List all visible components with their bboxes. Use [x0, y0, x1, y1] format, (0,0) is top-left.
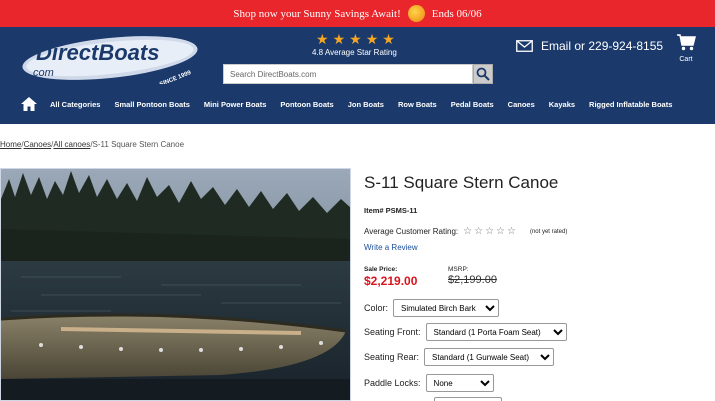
search-icon [476, 67, 490, 81]
promo-banner[interactable]: Shop now your Sunny Savings Await! Ends … [0, 0, 715, 27]
promo-end-date: Ends 06/06 [431, 7, 482, 20]
search-button[interactable] [473, 64, 493, 84]
nav-pontoon-boats[interactable]: Pontoon Boats [280, 100, 333, 109]
cart-label: Cart [679, 56, 693, 63]
cart-icon [677, 34, 696, 51]
color-option: Color: Simulated Birch Bark [364, 299, 500, 317]
seating-front-label: Seating Front: [364, 327, 421, 337]
msrp-block: MSRP: $2,199.00 [448, 266, 497, 288]
nav-row-boats[interactable]: Row Boats [398, 100, 437, 109]
seating-rear-label: Seating Rear: [364, 352, 420, 362]
breadcrumb-home[interactable]: Home [0, 140, 21, 149]
avg-rating-label: Average Customer Rating: [364, 227, 459, 236]
msrp-label: MSRP: [448, 266, 469, 273]
contact-link[interactable]: Email or 229-924-8155 [516, 39, 663, 53]
star-outline-icon: ☆ [485, 226, 495, 237]
site-header: DirectBoats .com SINCE 1999 ★ ★ ★ ★ ★ 4.… [0, 27, 715, 124]
star-icon: ★ [316, 31, 329, 47]
seating-rear-option: Seating Rear: Standard (1 Gunwale Seat) [364, 348, 555, 366]
next-option-select-partial[interactable] [434, 397, 502, 401]
partial-select[interactable] [434, 397, 502, 401]
star-icon: ★ [382, 31, 395, 47]
breadcrumb: Home/Canoes/All canoes/S-11 Square Stern… [0, 140, 185, 149]
not-rated-text: (not yet rated) [529, 228, 568, 235]
site-rating-text: 4.8 Average Star Rating [312, 48, 397, 57]
contact-text: Email or 229-924-8155 [541, 39, 664, 53]
write-review-link[interactable]: Write a Review [364, 243, 418, 252]
sale-price-label: Sale Price: [364, 266, 398, 273]
sale-price-block: Sale Price: $2,219.00 [364, 266, 448, 288]
nav-kayaks[interactable]: Kayaks [549, 100, 575, 109]
star-outline-icon: ☆ [474, 226, 484, 237]
color-select[interactable]: Simulated Birch Bark [393, 299, 500, 317]
directboats-logo[interactable]: DirectBoats .com SINCE 1999 [20, 34, 204, 84]
product-image[interactable] [0, 168, 351, 401]
star-icon: ★ [349, 31, 362, 47]
cart-button[interactable]: Cart [676, 34, 696, 63]
search-bar [223, 64, 493, 84]
paddle-locks-label: Paddle Locks: [364, 378, 421, 388]
promo-text: Shop now your Sunny Savings Await! [233, 7, 401, 20]
seating-front-option: Seating Front: Standard (1 Porta Foam Se… [364, 323, 567, 341]
seating-rear-select[interactable]: Standard (1 Gunwale Seat) [424, 348, 555, 366]
star-icon: ★ [332, 31, 346, 47]
customer-rating: Average Customer Rating: ☆ ☆ ☆ ☆ ☆ (not … [364, 226, 704, 237]
breadcrumb-canoes[interactable]: Canoes [24, 140, 52, 149]
logo-wordmark: DirectBoats [36, 40, 159, 65]
nav-pedal-boats[interactable]: Pedal Boats [451, 100, 494, 109]
nav-small-pontoon-boats[interactable]: Small Pontoon Boats [114, 100, 189, 109]
paddle-locks-option: Paddle Locks: None [364, 374, 494, 392]
main-nav: All Categories Small Pontoon Boats Mini … [0, 89, 715, 119]
price-section: Sale Price: $2,219.00 MSRP: $2,199.00 [364, 266, 704, 288]
sun-icon [407, 5, 425, 22]
home-icon[interactable] [20, 96, 38, 112]
nav-all-categories[interactable]: All Categories [50, 100, 100, 109]
envelope-icon [516, 40, 533, 52]
breadcrumb-all-canoes[interactable]: All canoes [53, 140, 90, 149]
star-outline-icon: ☆ [507, 226, 516, 237]
site-rating-stars: ★ ★ ★ ★ ★ [316, 32, 395, 46]
product-info: S-11 Square Stern Canoe Item# PSMS-11 Av… [364, 173, 704, 288]
nav-canoes[interactable]: Canoes [508, 100, 535, 109]
nav-rigged-inflatable-boats[interactable]: Rigged Inflatable Boats [589, 100, 672, 109]
seating-front-select[interactable]: Standard (1 Porta Foam Seat) [425, 323, 567, 341]
logo-since: SINCE 1999 [159, 70, 193, 84]
star-outline-icon: ☆ [496, 226, 505, 237]
search-input[interactable] [223, 64, 473, 84]
logo-domain: .com [30, 67, 54, 79]
nav-mini-power-boats[interactable]: Mini Power Boats [204, 100, 267, 109]
star-icon: ★ [365, 31, 379, 47]
rating-stars: ☆ ☆ ☆ ☆ ☆ [463, 226, 516, 237]
star-outline-icon: ☆ [463, 226, 473, 237]
paddle-locks-select[interactable]: None [425, 374, 494, 392]
canoe-photo [1, 169, 350, 400]
breadcrumb-current: S-11 Square Stern Canoe [92, 140, 185, 149]
color-label: Color: [364, 303, 389, 313]
msrp-price: $2,199.00 [448, 274, 497, 286]
sale-price: $2,219.00 [364, 274, 418, 288]
product-title: S-11 Square Stern Canoe [364, 173, 559, 192]
nav-jon-boats[interactable]: Jon Boats [348, 100, 384, 109]
item-number: Item# PSMS-11 [364, 206, 418, 215]
